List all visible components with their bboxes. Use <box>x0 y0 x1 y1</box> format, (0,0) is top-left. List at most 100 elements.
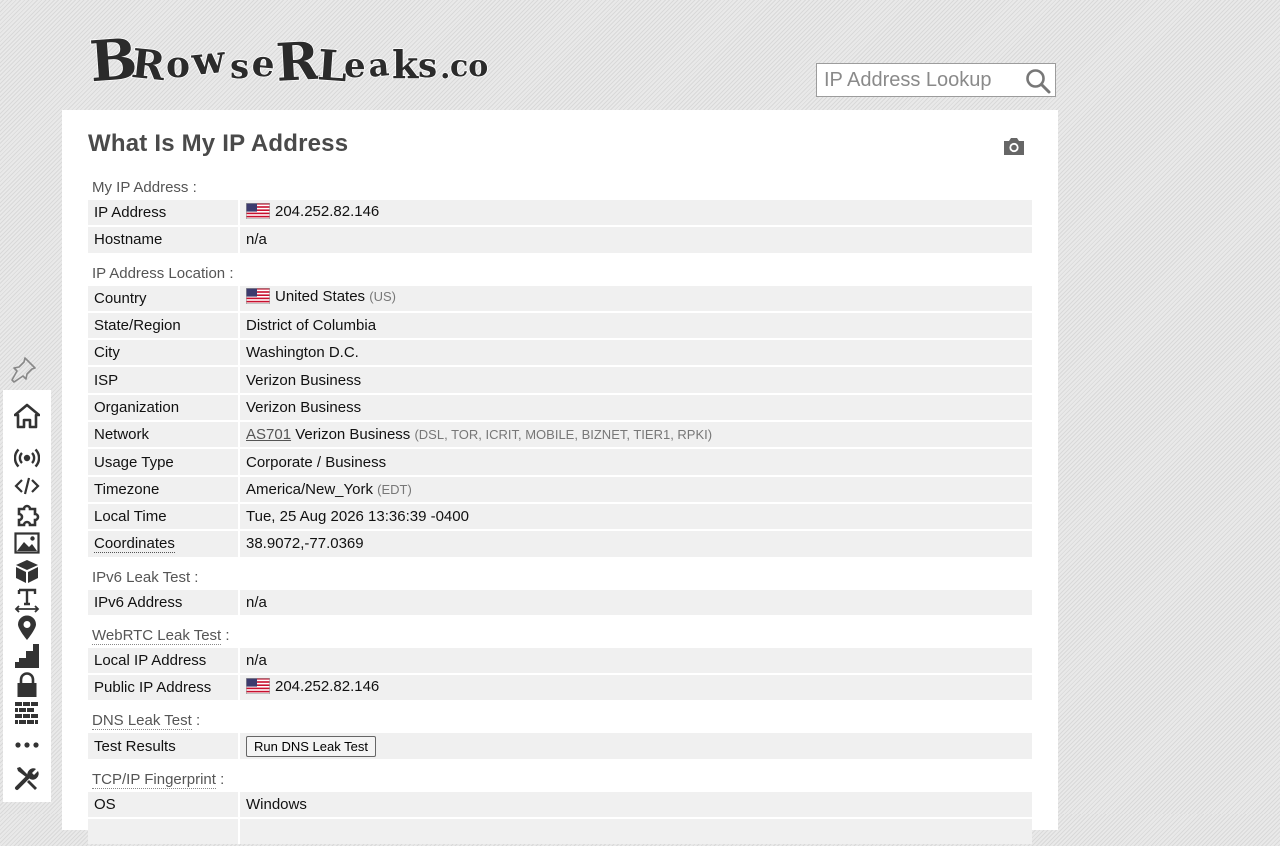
section-dns: DNS Leak Test : <box>88 702 1032 732</box>
local-ip-value: n/a <box>240 647 1032 674</box>
row-label: Timezone <box>88 476 240 502</box>
table-row: Timezone America/New_York (EDT) <box>88 476 1032 502</box>
text-height-icon[interactable] <box>14 587 40 613</box>
svg-text:w: w <box>189 36 229 84</box>
os-value: Windows <box>240 791 1032 818</box>
lock-icon[interactable] <box>14 672 40 698</box>
broadcast-icon[interactable] <box>14 445 40 471</box>
section-colon: : <box>215 770 225 788</box>
row-label: Network <box>88 422 240 448</box>
us-flag-icon <box>246 677 270 698</box>
us-flag-icon <box>246 288 270 308</box>
table-row: Public IP Address 204.252.82.146 <box>88 675 1032 701</box>
section-title: IP Address Location : <box>88 254 1032 284</box>
camera-icon[interactable] <box>1002 135 1026 157</box>
city-value: Washington D.C. <box>240 340 1032 366</box>
row-label: City <box>88 340 240 366</box>
row-label: Hostname <box>88 227 240 253</box>
cube-icon[interactable] <box>14 558 40 584</box>
network-value: AS701 Verizon Business (DSL, TOR, ICRIT,… <box>240 422 1032 448</box>
asn-link[interactable]: AS701 <box>246 426 291 443</box>
sidebar-nav <box>3 390 51 802</box>
svg-text:a: a <box>367 45 391 85</box>
svg-text:.: . <box>440 51 450 86</box>
coordinates-label-text[interactable]: Coordinates <box>94 535 175 554</box>
public-ip-value: 204.252.82.146 <box>240 675 1032 701</box>
map-marker-icon[interactable] <box>14 615 40 641</box>
site-logo[interactable]: B R o w s e R L e a k s . co <box>87 22 489 96</box>
firewall-icon[interactable] <box>14 700 40 726</box>
organization-value: Verizon Business <box>240 394 1032 421</box>
timezone-abbr: (EDT) <box>377 481 412 497</box>
coordinates-label[interactable]: Coordinates <box>88 531 240 557</box>
svg-text:R: R <box>274 31 321 92</box>
code-icon[interactable] <box>14 473 40 499</box>
pin-icon[interactable] <box>8 355 38 385</box>
country-code: (US) <box>369 289 396 305</box>
ipv6-address-value: n/a <box>240 589 1032 615</box>
row-label: OS <box>88 791 240 818</box>
row-label: Local Time <box>88 503 240 530</box>
country-text: United States <box>275 288 366 306</box>
table-row: Coordinates 38.9072,-77.0369 <box>88 531 1032 557</box>
search-icon[interactable] <box>1024 67 1052 95</box>
row-label: Usage Type <box>88 449 240 475</box>
ip-address-text: 204.252.82.146 <box>275 202 380 220</box>
timezone-text: America/New_York <box>246 480 373 498</box>
table-row <box>88 819 1032 845</box>
table-row: Hostname n/a <box>88 227 1032 253</box>
table-row: Usage Type Corporate / Business <box>88 449 1032 475</box>
section-title: DNS Leak Test : <box>88 702 1032 732</box>
local-time-value: Tue, 25 Aug 2026 13:36:39 -0400 <box>240 503 1032 530</box>
table-row: State/Region District of Columbia <box>88 312 1032 339</box>
row-label: Country <box>88 285 240 311</box>
logo-graphic: B R o w s e R L e a k s . co <box>87 25 489 96</box>
row-label: Local IP Address <box>88 647 240 674</box>
row-label <box>88 819 240 845</box>
table-row: Network AS701 Verizon Business (DSL, TOR… <box>88 422 1032 448</box>
ip-lookup-input[interactable] <box>817 64 1022 96</box>
row-value <box>240 819 1032 845</box>
svg-text:s: s <box>230 47 249 87</box>
table-row: IPv6 Address n/a <box>88 589 1032 615</box>
usage-type-value: Corporate / Business <box>240 449 1032 475</box>
puzzle-icon[interactable] <box>14 502 40 528</box>
page-title: What Is My IP Address <box>88 130 349 157</box>
section-webrtc: WebRTC Leak Test : <box>88 616 1032 646</box>
public-ip-text: 204.252.82.146 <box>275 677 380 695</box>
ip-address-value: 204.252.82.146 <box>240 200 1032 226</box>
us-flag-icon <box>246 202 270 223</box>
section-ipv6: IPv6 Leak Test : <box>88 558 1032 588</box>
section-colon: : <box>191 712 201 730</box>
tools-icon[interactable] <box>14 765 40 791</box>
network-text: Verizon Business <box>295 426 411 444</box>
table-row: Country United States (US) <box>88 285 1032 311</box>
svg-text:e: e <box>344 46 366 86</box>
test-results-value: Run DNS Leak Test <box>240 733 1032 759</box>
isp-value: Verizon Business <box>240 367 1032 393</box>
home-icon[interactable] <box>14 403 40 429</box>
state-value: District of Columbia <box>240 312 1032 339</box>
hostname-value: n/a <box>240 227 1032 253</box>
row-label: IP Address <box>88 200 240 226</box>
country-value: United States (US) <box>240 285 1032 311</box>
svg-text:R: R <box>129 40 168 90</box>
main-panel: What Is My IP Address My IP Address : IP… <box>62 110 1058 845</box>
run-dns-leak-test-button[interactable]: Run DNS Leak Test <box>246 735 376 757</box>
image-icon[interactable] <box>14 530 40 556</box>
row-label: State/Region <box>88 312 240 339</box>
coordinates-value: 38.9072,-77.0369 <box>240 531 1032 557</box>
more-icon[interactable] <box>14 732 40 758</box>
signal-icon[interactable] <box>14 643 40 669</box>
table-row: Local IP Address n/a <box>88 647 1032 674</box>
webrtc-leak-test-link[interactable]: WebRTC Leak Test <box>92 626 222 645</box>
row-label: IPv6 Address <box>88 589 240 615</box>
row-label: Public IP Address <box>88 675 240 701</box>
table-row: Local Time Tue, 25 Aug 2026 13:36:39 -04… <box>88 503 1032 530</box>
table-row: ISP Verizon Business <box>88 367 1032 393</box>
dns-leak-test-link[interactable]: DNS Leak Test <box>92 712 192 731</box>
tcpip-fingerprint-link[interactable]: TCP/IP Fingerprint <box>92 770 216 789</box>
network-tags: (DSL, TOR, ICRIT, MOBILE, BIZNET, TIER1,… <box>414 427 713 443</box>
table-row: City Washington D.C. <box>88 340 1032 366</box>
section-title: IPv6 Leak Test : <box>88 558 1032 588</box>
